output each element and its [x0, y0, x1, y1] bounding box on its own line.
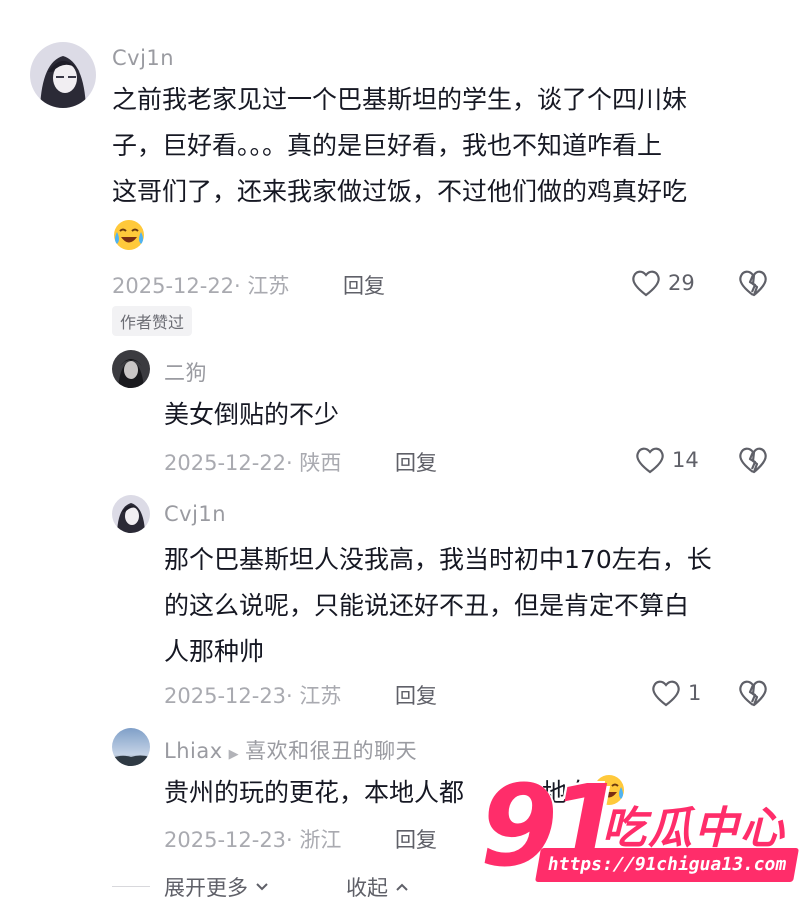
like-button[interactable]: 14	[634, 445, 699, 475]
reply-header: Lhiax ▶ 喜欢和很丑的聊天	[164, 735, 417, 765]
like-count: 29	[668, 271, 695, 295]
watermark-logo: 91 吃瓜中心 https://91chigua13.com	[480, 762, 800, 892]
reply-line: 的这么说呢，只能说还好不丑，但是肯定不算白	[164, 591, 690, 620]
crying-laughing-emoji	[112, 218, 146, 252]
reply-line: 那个巴基斯坦人没我高，我当时初中170左右，长	[164, 545, 712, 574]
comment-line	[112, 215, 782, 261]
like-button[interactable]: 29	[630, 268, 695, 298]
heart-icon	[636, 447, 664, 474]
username[interactable]: Lhiax	[164, 739, 223, 763]
comment-text: 之前我老家见过一个巴基斯坦的学生，谈了个四川妹 子，巨好看。。。真的是巨好看，我…	[112, 77, 782, 261]
comment-meta: 2025-12-23· 江苏	[164, 684, 342, 708]
heart-icon	[632, 270, 660, 297]
dislike-button[interactable]	[737, 678, 769, 708]
reply-button[interactable]: 回复	[395, 447, 437, 477]
expand-more-button[interactable]: 展开更多	[164, 872, 270, 902]
avatar[interactable]	[112, 495, 150, 533]
author-liked-badge: 作者赞过	[112, 306, 193, 336]
collapse-button[interactable]: 收起	[346, 872, 410, 902]
reply-button[interactable]: 回复	[395, 680, 437, 710]
comment-line: 之前我老家见过一个巴基斯坦的学生，谈了个四川妹	[112, 85, 688, 114]
expand-more-label: 展开更多	[164, 876, 248, 900]
reply-text: 美女倒贴的不少	[164, 400, 340, 429]
reply-button[interactable]: 回复	[395, 824, 437, 854]
reply-button[interactable]: 回复	[343, 270, 385, 300]
comment-meta: 2025-12-22· 江苏	[112, 274, 290, 298]
dislike-button[interactable]	[737, 268, 769, 298]
reply-text-visible: 贵州的玩的更花，本地人都	[164, 778, 465, 807]
like-count: 1	[688, 681, 702, 705]
reply-line: 人那种帅	[164, 637, 265, 666]
comment-line: 这哥们了，还来我家做过饭，不过他们做的鸡真好吃	[112, 177, 688, 206]
like-count: 14	[672, 448, 699, 472]
broken-heart-icon	[739, 680, 767, 707]
collapse-label: 收起	[346, 876, 388, 900]
chevron-up-icon	[396, 883, 408, 891]
comment-meta: 2025-12-22· 陕西	[164, 451, 342, 475]
broken-heart-icon	[739, 270, 767, 297]
chevron-down-icon	[256, 883, 268, 891]
dislike-button[interactable]	[737, 445, 769, 475]
divider	[112, 886, 150, 887]
watermark-url: https://91chigua13.com	[535, 848, 799, 882]
avatar[interactable]	[112, 728, 150, 766]
comment-meta: 2025-12-23· 浙江	[164, 828, 342, 852]
comment-line: 子，巨好看。。。真的是巨好看，我也不知道咋看上	[112, 131, 663, 160]
like-button[interactable]: 1	[650, 678, 701, 708]
username[interactable]: 二狗	[164, 357, 207, 387]
play-arrow-icon: ▶	[228, 747, 240, 762]
broken-heart-icon	[739, 447, 767, 474]
watermark-title: 吃瓜中心	[602, 803, 786, 854]
heart-icon	[652, 680, 680, 707]
username[interactable]: Cvj1n	[112, 46, 174, 70]
reply-to-username[interactable]: 喜欢和很丑的聊天	[245, 739, 417, 763]
username[interactable]: Cvj1n	[164, 502, 226, 526]
avatar[interactable]	[112, 350, 150, 388]
reply-text: 那个巴基斯坦人没我高，我当时初中170左右，长 的这么说呢，只能说还好不丑，但是…	[164, 537, 784, 675]
avatar[interactable]	[30, 42, 96, 108]
